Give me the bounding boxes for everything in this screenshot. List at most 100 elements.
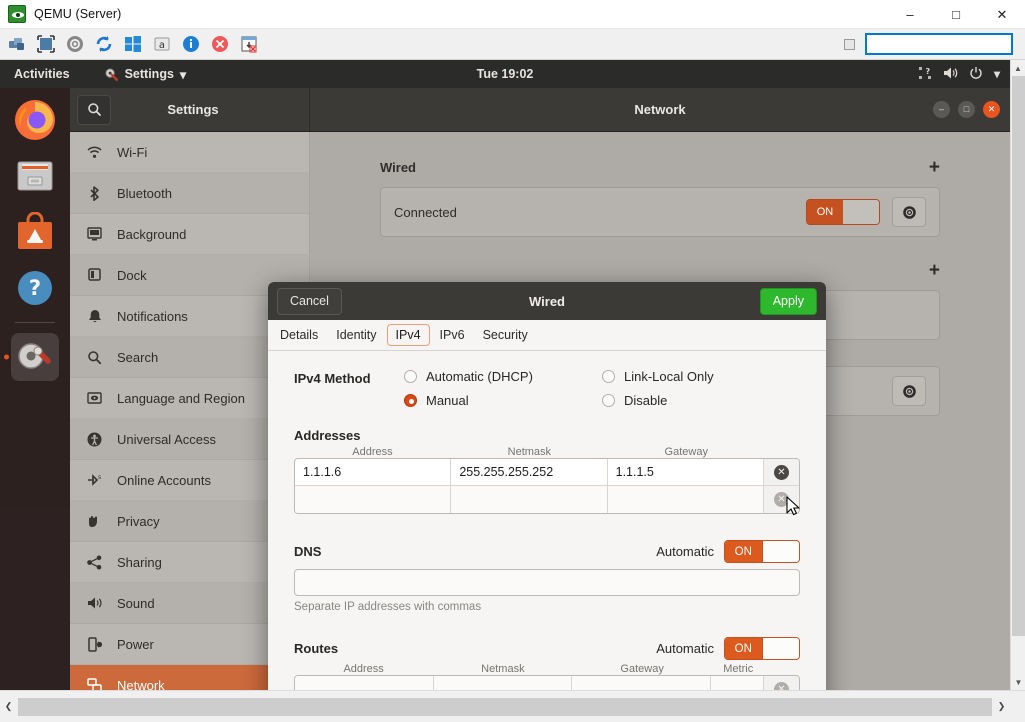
- dock-item-help[interactable]: ?: [11, 264, 59, 312]
- netmask-cell[interactable]: [451, 486, 607, 513]
- dns-automatic-toggle[interactable]: ON: [724, 540, 800, 563]
- tab-ipv6[interactable]: IPv6: [432, 325, 473, 345]
- volume-icon[interactable]: [943, 66, 958, 83]
- wired-connection-row[interactable]: Connected ON: [380, 187, 940, 237]
- delete-route-button[interactable]: ✕: [764, 676, 799, 690]
- add-connection-button[interactable]: +: [929, 261, 940, 280]
- delete-address-button[interactable]: ✕: [764, 459, 799, 485]
- sidebar-item-label: Privacy: [117, 514, 160, 529]
- address-cell[interactable]: 1.1.1.6: [295, 459, 451, 485]
- table-row[interactable]: 1.1.1.6 255.255.255.252 1.1.1.5 ✕: [295, 459, 799, 486]
- host-window-title: QEMU (Server): [34, 7, 121, 21]
- tab-security[interactable]: Security: [475, 325, 536, 345]
- route-address-cell[interactable]: [295, 676, 434, 690]
- toggle-knob: [762, 638, 800, 659]
- dialog-body: IPv4 Method Automatic (DHCP) Manual: [268, 351, 826, 690]
- gateway-cell[interactable]: [608, 486, 764, 513]
- scrollbar-thumb[interactable]: [18, 698, 992, 716]
- dock-item-firefox[interactable]: [11, 96, 59, 144]
- host-address-input[interactable]: [865, 33, 1013, 55]
- refresh-icon[interactable]: [92, 32, 116, 56]
- address-cell[interactable]: [295, 486, 451, 513]
- close-circle-icon[interactable]: [208, 32, 232, 56]
- fullscreen-icon[interactable]: [34, 32, 58, 56]
- svg-text:s: s: [98, 474, 101, 481]
- host-toolbar-checkbox[interactable]: [844, 39, 855, 50]
- scrollbar-thumb[interactable]: [1012, 76, 1025, 636]
- host-minimize-button[interactable]: –: [887, 0, 933, 29]
- windows-icon[interactable]: [121, 32, 145, 56]
- scroll-up-arrow[interactable]: ▲: [1011, 60, 1025, 76]
- radio-disable[interactable]: Disable: [602, 393, 800, 408]
- vm-screen: Activities Settings ▾ Tue 19:02 ?: [0, 60, 1010, 690]
- system-tray[interactable]: ? ▾: [918, 66, 1000, 83]
- route-metric-cell[interactable]: [711, 676, 764, 690]
- sidebar-item-bluetooth[interactable]: Bluetooth: [70, 173, 309, 214]
- second-section-header: +: [380, 261, 940, 280]
- settings-header-left: Settings: [70, 88, 310, 131]
- addresses-column-headers: Address Netmask Gateway: [294, 446, 800, 458]
- wired-toggle-state: ON: [807, 200, 843, 224]
- gear-icon[interactable]: [892, 197, 926, 227]
- netmask-cell[interactable]: 255.255.255.252: [451, 459, 607, 485]
- accessibility-icon[interactable]: ?: [918, 66, 932, 83]
- dock-item-files[interactable]: [11, 152, 59, 200]
- delete-address-button[interactable]: ✕: [764, 486, 799, 513]
- host-horizontal-scrollbar[interactable]: ❮ ❯: [0, 690, 1025, 722]
- dock-item-settings[interactable]: [11, 333, 59, 381]
- routes-column-headers: Address Netmask Gateway Metric: [294, 663, 800, 675]
- radio-link-local-only[interactable]: Link-Local Only: [602, 369, 800, 384]
- tab-ipv4[interactable]: IPv4: [387, 324, 430, 346]
- chevron-down-icon[interactable]: ▾: [994, 67, 1000, 81]
- search-icon[interactable]: [77, 95, 111, 125]
- host-vertical-scrollbar[interactable]: ▲ ▼: [1010, 60, 1025, 690]
- dock-item-ubuntu-software[interactable]: [11, 208, 59, 256]
- screenshot-icon[interactable]: [237, 32, 261, 56]
- sidebar-item-label: Universal Access: [117, 432, 216, 447]
- host-close-button[interactable]: ✕: [979, 0, 1025, 29]
- gear-icon[interactable]: [892, 376, 926, 406]
- column-header-netmask: Netmask: [451, 446, 608, 458]
- scroll-down-arrow[interactable]: ▼: [1011, 674, 1025, 690]
- settings-gear-icon[interactable]: [63, 32, 87, 56]
- table-row[interactable]: ✕: [295, 676, 799, 690]
- dns-toggle-state: ON: [725, 541, 762, 562]
- dialog-title: Wired: [268, 294, 826, 309]
- routes-automatic-toggle[interactable]: ON: [724, 637, 800, 660]
- tab-identity[interactable]: Identity: [328, 325, 384, 345]
- table-row[interactable]: ✕: [295, 486, 799, 513]
- clock[interactable]: Tue 19:02: [0, 67, 1010, 81]
- toggle-knob: [843, 200, 879, 224]
- radio-automatic-dhcp[interactable]: Automatic (DHCP): [404, 369, 602, 384]
- sidebar-item-background[interactable]: Background: [70, 214, 309, 255]
- radio-indicator: [602, 394, 615, 407]
- route-netmask-cell[interactable]: [434, 676, 573, 690]
- routes-table: ✕: [294, 675, 800, 690]
- host-maximize-button[interactable]: □: [933, 0, 979, 29]
- power-icon[interactable]: [969, 66, 983, 83]
- language-icon: [86, 392, 103, 404]
- radio-manual[interactable]: Manual: [404, 393, 602, 408]
- route-gateway-cell[interactable]: [572, 676, 711, 690]
- ipv4-method-label: IPv4 Method: [294, 369, 404, 408]
- text-input-icon[interactable]: a: [150, 32, 174, 56]
- sidebar-item-wi-fi[interactable]: Wi-Fi: [70, 132, 309, 173]
- sidebar-item-label: Sharing: [117, 555, 162, 570]
- column-header-address: Address: [294, 663, 433, 675]
- gateway-cell[interactable]: 1.1.1.5: [608, 459, 764, 485]
- tab-details[interactable]: Details: [272, 325, 326, 345]
- online-accounts-icon: s: [86, 473, 103, 487]
- apply-button[interactable]: Apply: [760, 288, 817, 315]
- settings-minimize-button[interactable]: –: [933, 101, 950, 118]
- scroll-left-arrow[interactable]: ❮: [0, 701, 17, 712]
- settings-maximize-button[interactable]: □: [958, 101, 975, 118]
- machine-icon[interactable]: [5, 32, 29, 56]
- wired-toggle[interactable]: ON: [806, 199, 880, 225]
- info-icon[interactable]: [179, 32, 203, 56]
- page-title: Network: [310, 102, 1010, 117]
- settings-close-button[interactable]: ✕: [983, 101, 1000, 118]
- add-wired-button[interactable]: +: [929, 158, 940, 177]
- scroll-right-arrow[interactable]: ❯: [993, 701, 1010, 712]
- dns-input[interactable]: [294, 569, 800, 596]
- svg-text:?: ?: [29, 276, 41, 300]
